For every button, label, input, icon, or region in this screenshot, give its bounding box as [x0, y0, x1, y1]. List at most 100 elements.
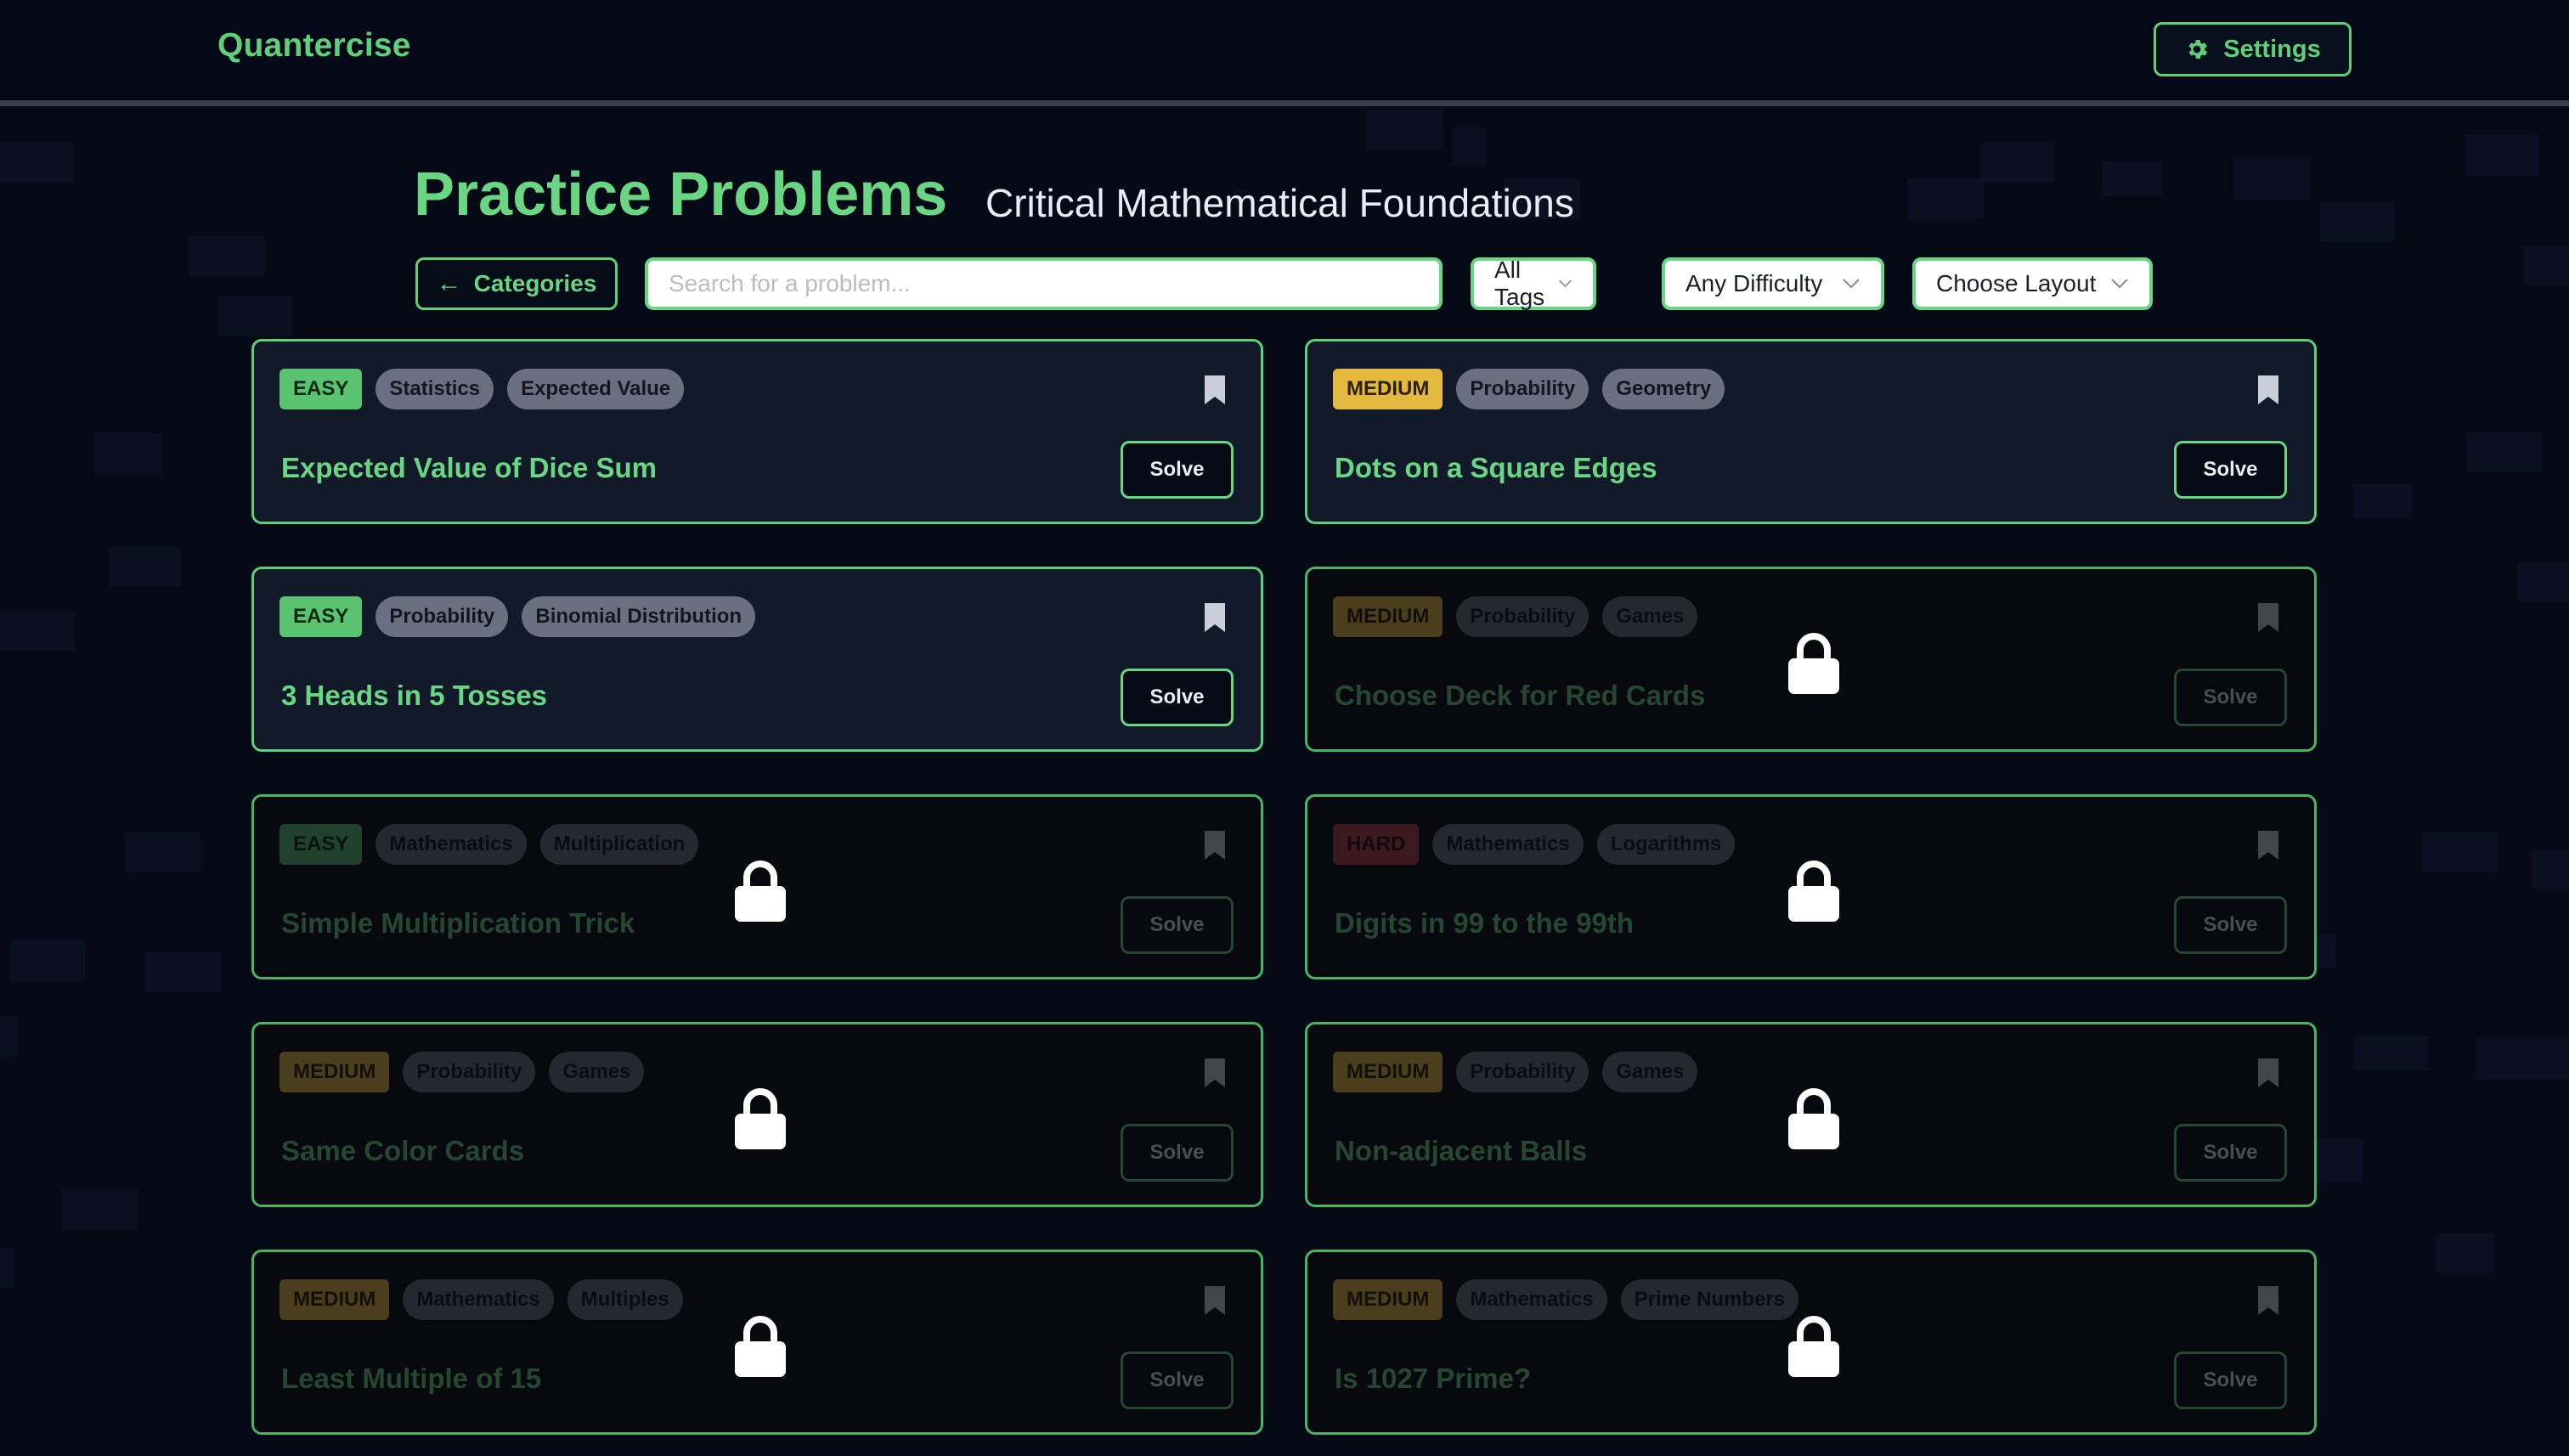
tag-list: MEDIUM Probability Geometry	[1333, 369, 1725, 409]
chevron-down-icon	[1559, 279, 1572, 288]
topic-tag[interactable]: Probability	[403, 1052, 536, 1092]
solve-button[interactable]: Solve	[1121, 896, 1234, 954]
settings-button[interactable]: Settings	[2154, 22, 2352, 76]
solve-button[interactable]: Solve	[2174, 896, 2287, 954]
topic-tag[interactable]: Multiplication	[539, 824, 699, 865]
topic-tag[interactable]: Prime Numbers	[1620, 1279, 1799, 1320]
problem-card: HARD Mathematics Logarithms Digits in 99 t…	[1305, 794, 2317, 979]
background-block	[0, 612, 75, 651]
problem-card: MEDIUM Mathematics Multiples Least Multipl…	[251, 1250, 1263, 1435]
background-block	[189, 236, 265, 275]
topic-tag[interactable]: Mathematics	[403, 1279, 554, 1320]
topic-tag[interactable]: Probability	[1456, 596, 1589, 637]
topic-tag[interactable]: Statistics	[375, 369, 494, 409]
topic-tag[interactable]: Geometry	[1602, 369, 1725, 409]
problem-title[interactable]: Expected Value of Dice Sum	[281, 452, 657, 484]
problem-title[interactable]: Dots on a Square Edges	[1335, 452, 1657, 484]
problem-title[interactable]: Non-adjacent Balls	[1335, 1135, 1587, 1167]
background-block	[2532, 849, 2569, 889]
topic-tag[interactable]: Probability	[1456, 1052, 1589, 1092]
background-block	[1907, 178, 1984, 219]
difficulty-select-value: Any Difficulty	[1685, 270, 1823, 296]
card-content: MEDIUM Probability Geometry Dots on a Squa…	[1307, 341, 2314, 522]
brand-logo[interactable]: Quantercise	[217, 27, 411, 65]
topic-tag[interactable]: Mathematics	[1432, 824, 1584, 865]
solve-button[interactable]: Solve	[2174, 669, 2287, 726]
background-block	[2421, 832, 2499, 872]
difficulty-badge: MEDIUM	[1333, 1279, 1443, 1320]
layout-select[interactable]: Choose Layout	[1912, 257, 2153, 310]
background-block	[144, 951, 221, 992]
bookmark-icon[interactable]	[1203, 374, 1227, 406]
lock-icon	[1788, 633, 1839, 694]
difficulty-badge: MEDIUM	[279, 1279, 390, 1320]
lock-icon	[1788, 861, 1839, 922]
background-block	[2516, 562, 2569, 601]
card-content: EASY Statistics Expected Value Expected Va…	[254, 341, 1261, 522]
difficulty-badge: MEDIUM	[1333, 369, 1443, 409]
lock-icon	[735, 1316, 786, 1377]
topic-tag[interactable]: Games	[1602, 1052, 1698, 1092]
problem-card[interactable]: EASY Probability Binomial Distribution 3 H…	[251, 567, 1263, 752]
topic-tag[interactable]: Logarithms	[1596, 824, 1736, 865]
problem-title[interactable]: Is 1027 Prime?	[1335, 1363, 1531, 1395]
bookmark-icon[interactable]	[1203, 1284, 1227, 1317]
problem-card[interactable]: MEDIUM Probability Geometry Dots on a Squa…	[1305, 339, 2317, 524]
topic-tag[interactable]: Binomial Distribution	[522, 596, 756, 637]
chevron-down-icon	[1843, 279, 1860, 289]
background-block	[2353, 1036, 2428, 1070]
background-block	[2523, 246, 2569, 285]
categories-button[interactable]: ← Categories	[415, 257, 618, 310]
bookmark-icon[interactable]	[2256, 1284, 2280, 1317]
solve-button[interactable]: Solve	[1121, 1124, 1234, 1182]
problem-card: MEDIUM Probability Games Choose Deck for R…	[1305, 567, 2317, 752]
difficulty-badge: HARD	[1333, 824, 1420, 865]
bookmark-icon[interactable]	[2256, 1057, 2280, 1089]
background-block	[2234, 156, 2311, 199]
problem-title[interactable]: Least Multiple of 15	[281, 1363, 541, 1395]
solve-button[interactable]: Solve	[1121, 441, 1234, 499]
topic-tag[interactable]: Mathematics	[375, 824, 527, 865]
topic-tag[interactable]: Probability	[375, 596, 509, 637]
top-navbar: Quantercise Settings	[0, 0, 2569, 100]
solve-button[interactable]: Solve	[1121, 669, 1234, 726]
difficulty-badge: MEDIUM	[1333, 1052, 1443, 1092]
difficulty-badge: EASY	[279, 369, 363, 409]
difficulty-select[interactable]: Any Difficulty	[1662, 257, 1884, 310]
bookmark-icon[interactable]	[1203, 601, 1227, 634]
solve-button[interactable]: Solve	[1121, 1352, 1234, 1409]
bookmark-icon[interactable]	[2256, 374, 2280, 406]
tags-select[interactable]: All Tags	[1471, 257, 1596, 310]
problem-card[interactable]: EASY Statistics Expected Value Expected Va…	[251, 339, 1263, 524]
background-block	[10, 940, 85, 982]
difficulty-badge: EASY	[279, 596, 363, 637]
problem-title[interactable]: Same Color Cards	[281, 1135, 524, 1167]
solve-button[interactable]: Solve	[2174, 1124, 2287, 1182]
tag-list: EASY Mathematics Multiplication	[279, 824, 699, 865]
difficulty-badge: MEDIUM	[1333, 596, 1443, 637]
bookmark-icon[interactable]	[1203, 1057, 1227, 1089]
topic-tag[interactable]: Probability	[1456, 369, 1589, 409]
page-title: Practice Problems	[414, 161, 948, 229]
problem-title[interactable]: 3 Heads in 5 Tosses	[281, 680, 547, 712]
tag-list: EASY Statistics Expected Value	[279, 369, 685, 409]
background-block	[2103, 161, 2162, 195]
search-input[interactable]	[645, 257, 1443, 310]
solve-button[interactable]: Solve	[2174, 441, 2287, 499]
bookmark-icon[interactable]	[2256, 601, 2280, 634]
problem-title[interactable]: Choose Deck for Red Cards	[1335, 680, 1705, 712]
difficulty-badge: EASY	[279, 824, 363, 865]
topic-tag[interactable]: Multiples	[567, 1279, 683, 1320]
topic-tag[interactable]: Games	[1602, 596, 1698, 637]
bookmark-icon[interactable]	[2256, 829, 2280, 861]
problem-title[interactable]: Digits in 99 to the 99th	[1335, 907, 1634, 940]
background-block	[217, 296, 292, 336]
bookmark-icon[interactable]	[1203, 829, 1227, 861]
problem-title[interactable]: Simple Multiplication Trick	[281, 907, 635, 940]
header-divider	[0, 100, 2569, 106]
topic-tag[interactable]: Games	[549, 1052, 645, 1092]
topic-tag[interactable]: Mathematics	[1456, 1279, 1607, 1320]
problem-card: EASY Mathematics Multiplication Simple Mul…	[251, 794, 1263, 979]
solve-button[interactable]: Solve	[2174, 1352, 2287, 1409]
topic-tag[interactable]: Expected Value	[507, 369, 685, 409]
